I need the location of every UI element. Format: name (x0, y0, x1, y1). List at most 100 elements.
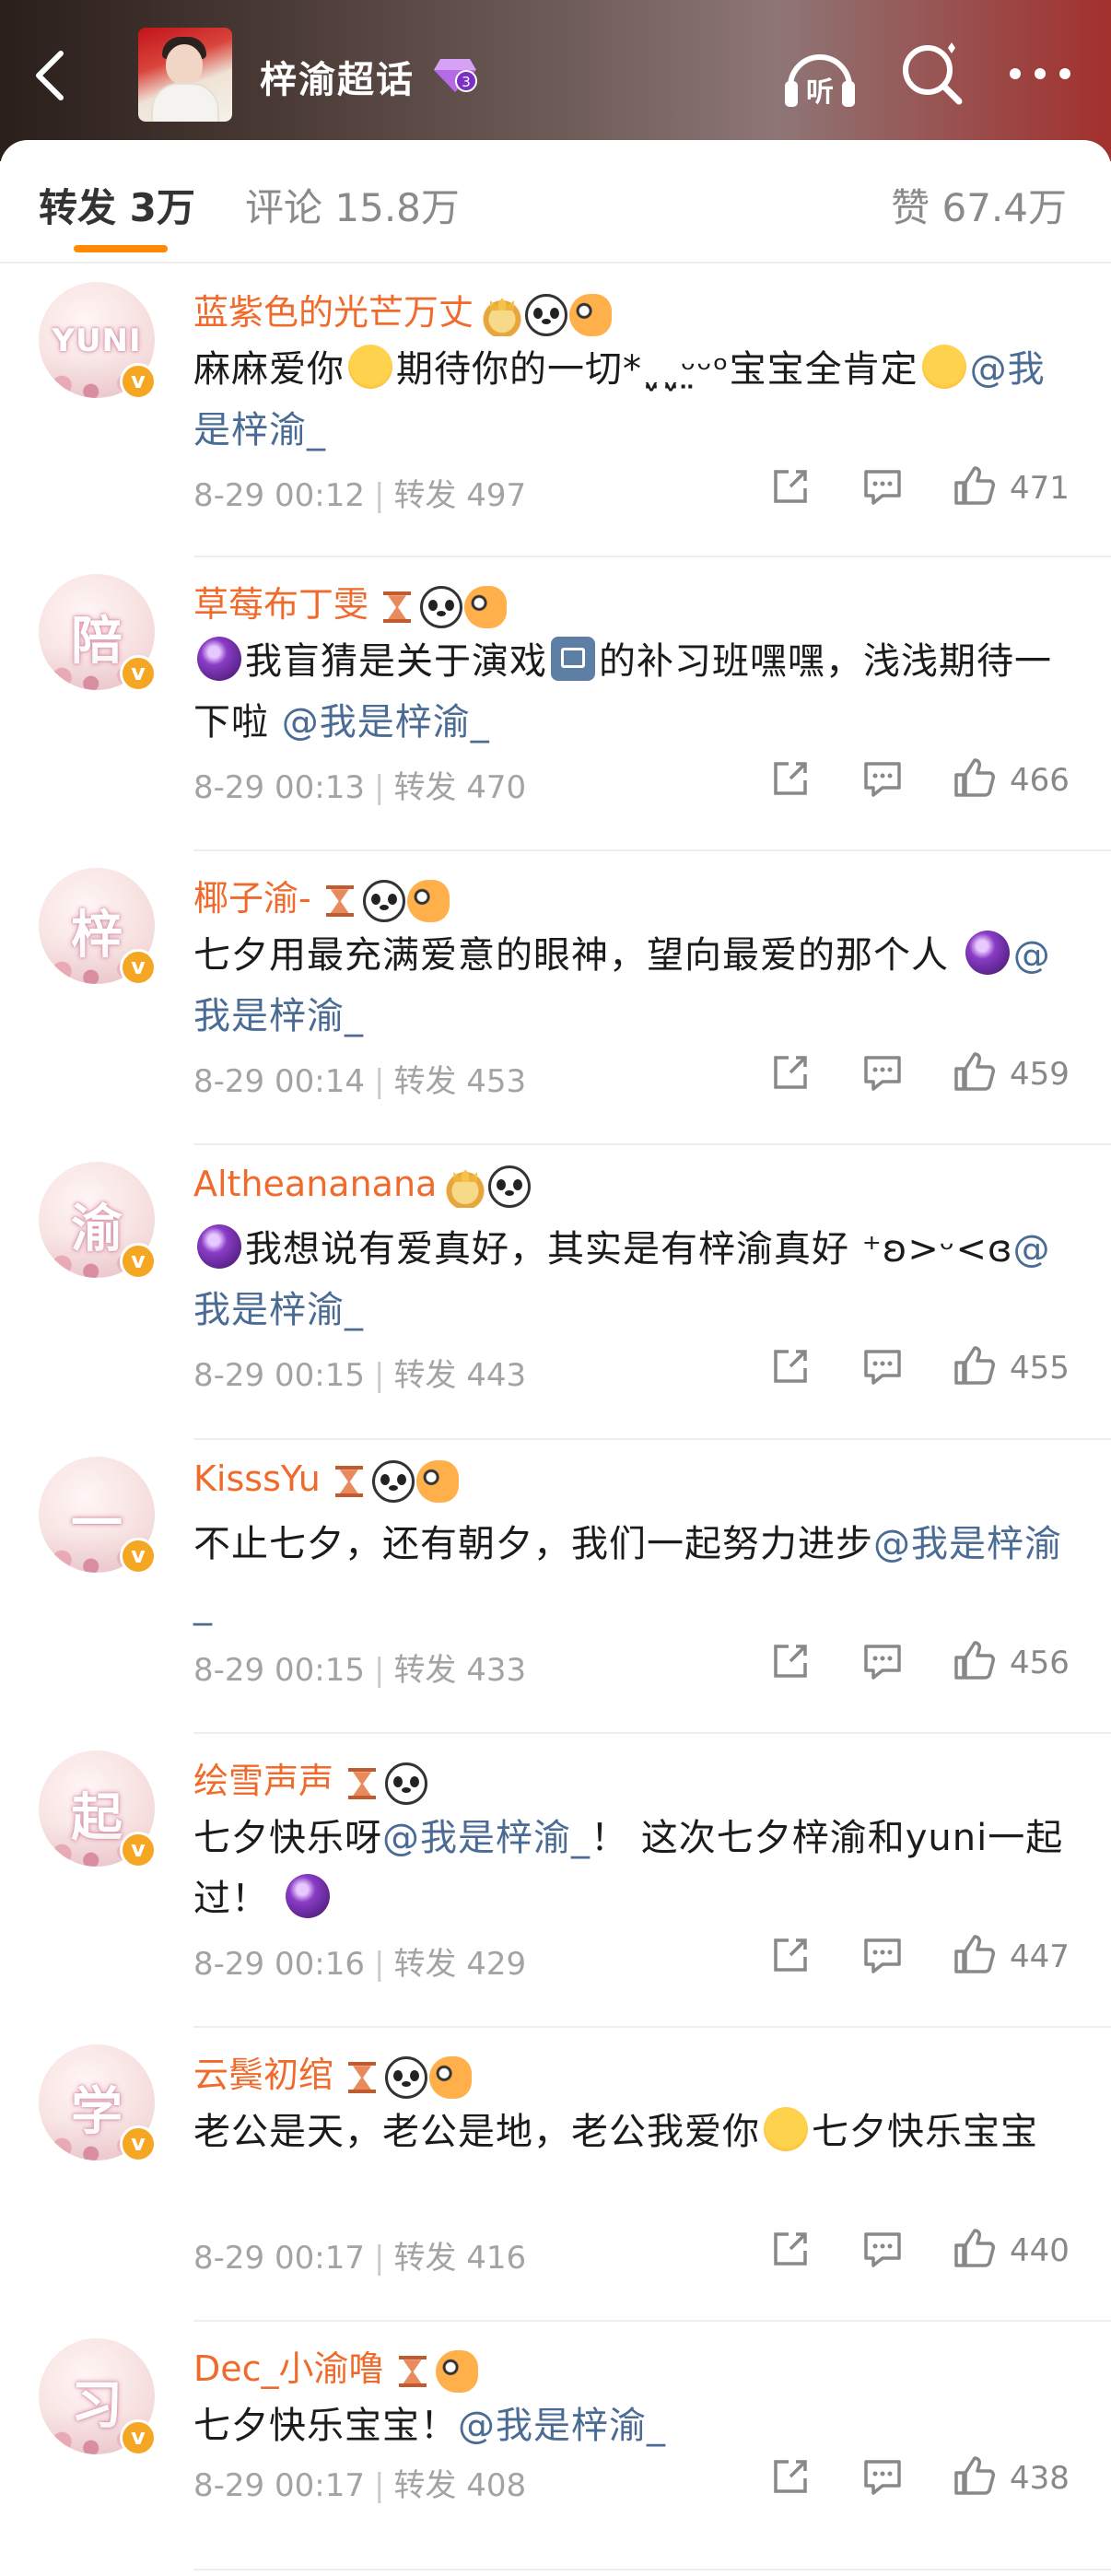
repost-text-segment: 不止七夕，还有朝夕，我们一起努力进步 (193, 1523, 873, 1565)
comment-icon[interactable] (862, 758, 903, 804)
tab-comment[interactable]: 评论 15.8万 (245, 177, 460, 233)
comment-icon[interactable] (862, 2229, 903, 2275)
tab-likes-label: 赞 (891, 185, 930, 230)
comment-icon[interactable] (862, 466, 903, 512)
tab-likes-count: 67.4万 (941, 185, 1067, 230)
mention-link[interactable]: @我是梓渝_ (282, 701, 490, 744)
meta-separator: | (373, 477, 385, 514)
kiss-emoji-icon (348, 345, 392, 389)
repost-count-label: 转发 (393, 477, 457, 514)
repost-text-segment: 七夕用最充满爱意的眼神，望向最爱的那个人 (193, 934, 962, 977)
hourglass-badge-icon (318, 880, 361, 923)
comment-icon[interactable] (862, 1935, 903, 1981)
user-badges (341, 1762, 429, 1806)
share-icon[interactable] (770, 1641, 811, 1687)
repost-meta: 8-29 00:17 | 转发 416 (193, 2232, 526, 2277)
username[interactable]: 云鬓初绾 (193, 2046, 474, 2100)
like-icon[interactable] (953, 1050, 997, 1096)
topic-title[interactable]: 梓渝超话 (260, 50, 415, 103)
repost-meta: 8-29 00:16 | 转发 429 (193, 1938, 526, 1984)
like-count: 466 (1010, 762, 1070, 799)
meta-separator: | (373, 1946, 385, 1983)
crystal-ball-emoji-icon (965, 931, 1010, 975)
tab-comment-label: 评论 (245, 185, 323, 230)
like-icon[interactable] (953, 1344, 997, 1390)
repost-count: 416 (456, 2240, 527, 2277)
like-icon[interactable] (953, 464, 997, 510)
username-text: Altheananana (193, 1164, 438, 1204)
like-icon[interactable] (953, 1933, 997, 1979)
mention-link[interactable]: @我是梓渝_ (458, 2405, 666, 2447)
comment-icon[interactable] (862, 2456, 903, 2502)
repost-time: 8-29 00:14 (193, 1063, 365, 1100)
share-icon[interactable] (770, 1346, 811, 1392)
like-icon[interactable] (953, 1639, 997, 1685)
repost-count: 470 (456, 769, 527, 806)
tab-repost[interactable]: 转发 3万 (39, 177, 195, 233)
panda-badge-icon (371, 1460, 415, 1504)
username[interactable]: 蓝紫色的光芒万丈 (193, 284, 614, 337)
tab-repost-label: 转发 (39, 185, 117, 230)
username[interactable]: Altheananana (193, 1164, 532, 1209)
heart-eyes-emoji-icon (764, 2107, 808, 2151)
repost-text: 老公是天，老公是地，老公我爱你 七夕快乐宝宝 (193, 2102, 1070, 2162)
svg-text:听: 听 (806, 76, 834, 109)
repost-text-segment: 期待你的一切*ˬ̤ˬ̤ᵕ̤ᵕᵒ宝宝全肯定 (396, 348, 918, 391)
repost-text: 麻麻爱你 期待你的一切*ˬ̤ˬ̤ᵕ̤ᵕᵒ宝宝全肯定 @我是梓渝_ (193, 339, 1070, 461)
comment-icon[interactable] (862, 1346, 903, 1392)
verified-badge-icon: v (120, 1832, 157, 1868)
share-icon[interactable] (770, 466, 811, 512)
fish-badge-icon (429, 2056, 473, 2100)
comment-icon[interactable] (862, 1641, 903, 1687)
topic-cover-image[interactable] (138, 28, 232, 122)
username[interactable]: Dec_小渝噜 (193, 2340, 480, 2394)
fish-badge-icon (406, 880, 450, 923)
comment-icon[interactable] (862, 1052, 903, 1098)
fish-badge-icon (415, 1460, 459, 1504)
username[interactable]: 绘雪声声 (193, 1752, 429, 1806)
meta-separator: | (373, 2240, 385, 2277)
back-arrow-icon[interactable] (28, 48, 74, 103)
like-count: 455 (1010, 1350, 1070, 1387)
share-icon[interactable] (770, 2229, 811, 2275)
user-badges (318, 879, 451, 923)
repost-time: 8-29 00:16 (193, 1946, 365, 1983)
user-badges (481, 293, 614, 337)
like-count: 471 (1010, 470, 1070, 507)
like-icon[interactable] (953, 2454, 997, 2500)
like-icon[interactable] (953, 756, 997, 802)
user-badges (327, 1459, 461, 1504)
repost-time: 8-29 00:12 (193, 477, 365, 514)
like-icon[interactable] (953, 2227, 997, 2273)
meta-separator: | (373, 1652, 385, 1689)
like-count: 440 (1010, 2232, 1070, 2269)
panda-badge-icon (385, 2056, 428, 2100)
username-text: 绘雪声声 (193, 1761, 334, 1801)
list-item: 一 v KisssYu 不止七夕，还有朝夕，我们一起努力进步@我是梓渝_ 8-29 00… (0, 1440, 1111, 1734)
username[interactable]: KisssYu (193, 1458, 461, 1504)
more-icon[interactable] (1006, 41, 1074, 107)
hourglass-badge-icon (327, 1460, 370, 1504)
repost-count-label: 转发 (393, 2240, 457, 2277)
username[interactable]: 草莓布丁雯 (193, 576, 509, 629)
repost-count: 429 (456, 1946, 527, 1983)
share-icon[interactable] (770, 1935, 811, 1981)
username[interactable]: 椰子渝- (193, 870, 451, 923)
mention-link[interactable]: @我是梓渝_ (382, 1817, 591, 1859)
meta-separator: | (373, 769, 385, 806)
share-icon[interactable] (770, 2456, 811, 2502)
share-icon[interactable] (770, 758, 811, 804)
username-text: Dec_小渝噜 (193, 2348, 384, 2389)
user-badges (444, 1165, 532, 1209)
row-divider (193, 2569, 1111, 2570)
list-item: 习 v Dec_小渝噜 七夕快乐宝宝！@我是梓渝_ 8-29 00:17 | 转发 408 4… (0, 2322, 1111, 2570)
tab-likes[interactable]: 赞 67.4万 (891, 177, 1067, 233)
listen-icon[interactable]: 听 (781, 41, 859, 114)
share-icon[interactable] (770, 1052, 811, 1098)
repost-text-segment: 老公是天，老公是地，老公我爱你 (193, 2111, 760, 2153)
repost-text-segment: 我盲猜是关于演戏 (245, 640, 547, 683)
verified-badge-icon: v (120, 949, 157, 986)
search-icon[interactable] (898, 41, 965, 107)
repost-text: 不止七夕，还有朝夕，我们一起努力进步@我是梓渝_ (193, 1514, 1070, 1635)
panda-badge-icon (362, 880, 405, 923)
